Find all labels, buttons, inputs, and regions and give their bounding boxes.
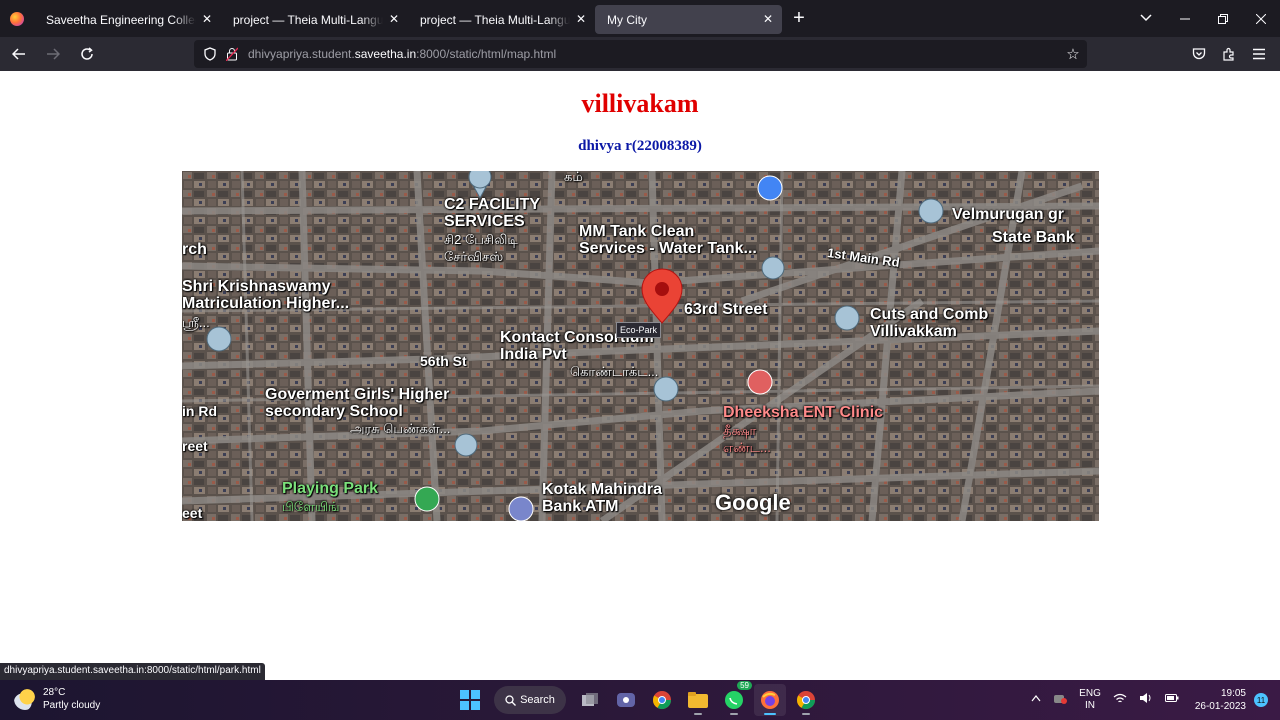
close-window-icon[interactable] bbox=[1242, 0, 1280, 37]
clock-date: 26-01-2023 bbox=[1194, 701, 1246, 712]
chrome-icon[interactable] bbox=[646, 684, 678, 716]
map-label-reet: reet bbox=[182, 438, 208, 454]
map-label-dheeksha: Dheeksha ENT Clinic bbox=[723, 404, 884, 421]
map-label-dheeksha-tamil: தீக்ஷா எண்ட... bbox=[723, 423, 771, 455]
tab-my-city[interactable]: My City ✕ bbox=[595, 5, 782, 34]
tab-title: Saveetha Engineering College bbox=[46, 12, 196, 27]
language-code: ENG bbox=[1079, 688, 1101, 699]
start-button[interactable] bbox=[454, 684, 486, 716]
minimize-icon[interactable] bbox=[1166, 0, 1204, 37]
tab-saveetha[interactable]: Saveetha Engineering College ✕ bbox=[34, 5, 221, 34]
taskbar-search-button[interactable]: Search bbox=[494, 686, 566, 714]
url-text[interactable]: dhivyapriya.student.saveetha.in:8000/sta… bbox=[248, 47, 556, 61]
map-label-playing-tamil: பிளேயிங் bbox=[282, 499, 340, 514]
bookmark-star-icon[interactable]: ☆ bbox=[1063, 44, 1083, 64]
language-region: IN bbox=[1085, 700, 1095, 711]
tab-theia-2[interactable]: project — Theia Multi-Language Ex ✕ bbox=[408, 5, 595, 34]
vpn-status-icon[interactable] bbox=[1053, 692, 1068, 708]
page-heading: villivakam bbox=[581, 89, 699, 118]
new-tab-button[interactable]: + bbox=[782, 0, 816, 37]
task-view-icon[interactable] bbox=[574, 684, 606, 716]
url-prefix: dhivyapriya.student. bbox=[248, 47, 355, 61]
url-suffix: :8000/static/html/map.html bbox=[416, 47, 557, 61]
whatsapp-unread-badge: 59 bbox=[737, 681, 752, 690]
weather-temperature: 28°C bbox=[43, 687, 66, 698]
insecure-lock-icon[interactable] bbox=[222, 47, 242, 61]
tab-strip: Saveetha Engineering College ✕ project —… bbox=[0, 0, 1280, 37]
map-label-cuts-and-comb: Cuts and Comb Villivakkam bbox=[870, 306, 989, 340]
url-host: saveetha.in bbox=[354, 47, 417, 61]
map-label-mm-tank: MM Tank Clean Services - Water Tank... bbox=[579, 223, 757, 257]
clock[interactable]: 19:05 26-01-2023 bbox=[1195, 687, 1246, 713]
map-area-tooltip: Eco-Park bbox=[616, 322, 662, 338]
map-label-tamil-top: கம் bbox=[564, 171, 583, 184]
extensions-icon[interactable] bbox=[1214, 39, 1244, 69]
reload-icon[interactable] bbox=[72, 39, 102, 69]
map-label-goverment-school: Goverment Girls' Higher secondary School bbox=[265, 386, 450, 420]
map-label-kontact-tamil: கொண்டாக்ட... bbox=[570, 364, 659, 379]
map-label-velmurugan: Velmurugan gr bbox=[952, 206, 1065, 223]
running-indicator bbox=[694, 713, 702, 715]
tracking-protection-icon[interactable] bbox=[198, 47, 222, 61]
close-tab-icon[interactable]: ✕ bbox=[573, 11, 589, 27]
chrome-profile-icon[interactable] bbox=[790, 684, 822, 716]
address-bar[interactable]: dhivyapriya.student.saveetha.in:8000/sta… bbox=[194, 40, 1087, 68]
map-label-state-bank: State Bank bbox=[992, 229, 1075, 246]
search-icon bbox=[505, 694, 517, 706]
map-label-govt-tamil: அரசு பெண்கள்... bbox=[350, 421, 451, 436]
file-explorer-icon[interactable] bbox=[682, 684, 714, 716]
link-status-bar: dhivyapriya.student.saveetha.in:8000/sta… bbox=[0, 663, 265, 680]
partly-cloudy-icon bbox=[14, 688, 36, 710]
forward-icon[interactable] bbox=[38, 39, 68, 69]
map-label-shri-krishnaswamy: Shri Krishnaswamy Matriculation Higher... bbox=[182, 278, 350, 312]
notification-count-badge[interactable]: 11 bbox=[1254, 693, 1268, 707]
search-label: Search bbox=[520, 694, 555, 706]
menu-icon[interactable] bbox=[1244, 39, 1274, 69]
close-tab-icon[interactable]: ✕ bbox=[386, 11, 402, 27]
wifi-icon[interactable] bbox=[1113, 693, 1127, 708]
list-all-tabs-icon[interactable] bbox=[1126, 10, 1166, 27]
tab-title: project — Theia Multi-Language Ex bbox=[233, 12, 383, 27]
firefox-taskbar-icon[interactable] bbox=[754, 684, 786, 716]
running-indicator bbox=[802, 713, 810, 715]
close-tab-icon[interactable]: ✕ bbox=[199, 11, 215, 27]
language-indicator[interactable]: ENG IN bbox=[1079, 688, 1101, 712]
tab-theia-1[interactable]: project — Theia Multi-Language Ex ✕ bbox=[221, 5, 408, 34]
battery-icon[interactable] bbox=[1164, 693, 1179, 707]
map-label-c2-tamil: சி2 பேசிலிடி சேர்விசஸ் bbox=[444, 232, 518, 264]
google-attribution: Google bbox=[715, 490, 791, 515]
weather-condition: Partly cloudy bbox=[43, 700, 101, 711]
map-label-56th-st: 56th St bbox=[420, 353, 467, 369]
system-tray: ENG IN 19:05 26-01-2023 11 bbox=[1025, 680, 1268, 720]
teams-chat-icon[interactable] bbox=[610, 684, 642, 716]
page-content: villivakam dhivya r(22008389) C2 FACILIT… bbox=[0, 71, 1280, 680]
clock-time: 19:05 bbox=[1220, 688, 1246, 699]
map-label-c2: C2 FACILITY SERVICES bbox=[444, 196, 541, 230]
firefox-logo-icon[interactable] bbox=[0, 0, 34, 37]
whatsapp-icon[interactable]: 59 bbox=[718, 681, 752, 716]
pocket-icon[interactable] bbox=[1184, 39, 1214, 69]
volume-icon[interactable] bbox=[1139, 692, 1153, 708]
map-label-rch: rch bbox=[182, 241, 207, 258]
weather-widget[interactable]: 28°C Partly cloudy bbox=[14, 686, 100, 712]
map-label-playing-park: Playing Park bbox=[282, 480, 379, 497]
map-label-63rd-street: 63rd Street bbox=[684, 301, 768, 318]
tab-title: My City bbox=[607, 12, 647, 27]
restore-icon[interactable] bbox=[1204, 0, 1242, 37]
running-indicator bbox=[730, 713, 738, 715]
page-subheading: dhivya r(22008389) bbox=[578, 138, 702, 154]
tab-title: project — Theia Multi-Language Ex bbox=[420, 12, 570, 27]
map-label-eet: eet bbox=[182, 505, 203, 521]
nav-bar: dhivyapriya.student.saveetha.in:8000/sta… bbox=[0, 37, 1280, 71]
close-tab-icon[interactable]: ✕ bbox=[760, 11, 776, 27]
map-label-shri-tamil: ஸ்ரீ... bbox=[182, 315, 210, 330]
windows-logo-icon bbox=[460, 690, 480, 710]
show-hidden-icons[interactable] bbox=[1031, 694, 1041, 706]
active-indicator bbox=[764, 713, 776, 715]
taskbar: 28°C Partly cloudy Search 59 ENG IN 19:0… bbox=[0, 680, 1280, 720]
map-label-kotak: Kotak Mahindra Bank ATM bbox=[542, 481, 663, 515]
back-icon[interactable] bbox=[4, 39, 34, 69]
map-label-in-rd: in Rd bbox=[182, 403, 217, 419]
map-image[interactable]: C2 FACILITY SERVICES சி2 பேசிலிடி சேர்விசஸ… bbox=[182, 171, 1099, 521]
